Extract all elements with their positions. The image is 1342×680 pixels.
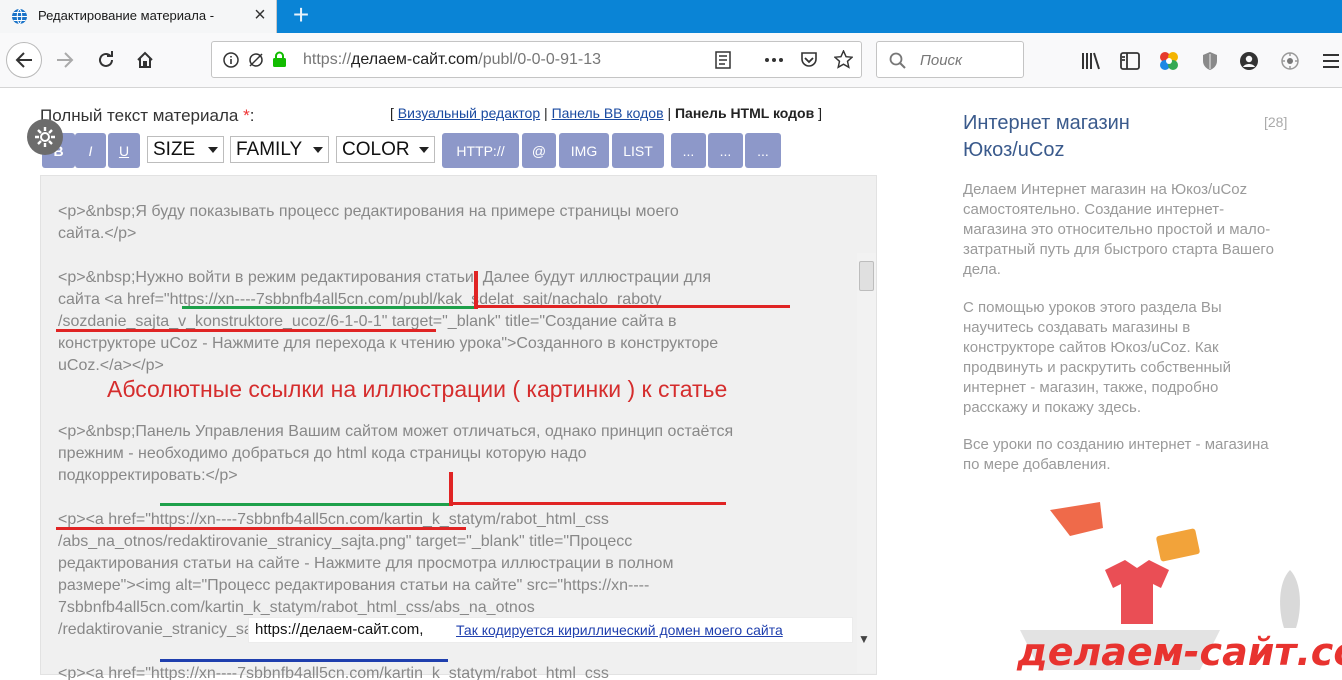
absolute-links-annotation: Абсолютные ссылки на иллюстрации ( карти… xyxy=(107,376,728,402)
underline-button[interactable]: U xyxy=(108,133,140,168)
bb-codes-link[interactable]: Панель BB кодов xyxy=(552,105,664,121)
info-icon[interactable] xyxy=(223,52,239,68)
scroll-down-arrow-icon[interactable]: ▼ xyxy=(858,632,870,646)
more-button-3[interactable]: ... xyxy=(745,133,781,168)
red-marker-1 xyxy=(474,271,478,309)
search-bar[interactable]: Поиск xyxy=(876,41,1024,78)
editor-content: <p>&nbsp;Я буду показывать процесс редак… xyxy=(58,201,838,680)
reload-icon xyxy=(99,51,113,67)
account-icon[interactable] xyxy=(1238,50,1260,72)
shirt-shape xyxy=(1105,560,1169,624)
pocket-icon[interactable] xyxy=(800,51,818,68)
email-button[interactable]: @ xyxy=(522,133,556,168)
home-icon xyxy=(137,51,153,68)
html-codes-mode[interactable]: Панель HTML кодов xyxy=(675,105,814,121)
reload-button[interactable] xyxy=(88,42,124,78)
sidebar-category-count: [28] xyxy=(1264,114,1288,130)
domain-tooltip: https://делаем-сайт.com, Так кодируется … xyxy=(248,617,853,643)
code-paragraph-3: <p>&nbsp;Панель Управления Вашим сайтом … xyxy=(58,423,734,484)
red-underline-2 xyxy=(56,329,436,332)
code-paragraph-2: <p>&nbsp;Нужно войти в режим редактирова… xyxy=(58,269,719,374)
more-button-2[interactable]: ... xyxy=(708,133,743,168)
sidebar-icon[interactable] xyxy=(1119,50,1141,72)
shield-icon[interactable] xyxy=(1199,50,1221,72)
size-select[interactable]: SIZE xyxy=(147,136,224,163)
editor-scrollbar[interactable] xyxy=(857,253,876,673)
browser-tab[interactable]: Редактирование материала - × xyxy=(0,0,277,33)
url-bar[interactable]: https://делаем-сайт.com/publ/0-0-0-91-13 xyxy=(211,41,862,78)
tracking-protection-icon[interactable] xyxy=(248,52,264,68)
editor-mode-switch: [ Визуальный редактор | Панель BB кодов … xyxy=(390,105,822,121)
search-placeholder: Поиск xyxy=(920,52,963,69)
chevron-down-icon xyxy=(208,147,218,153)
sidebar-paragraph-3: Все уроки по созданию интернет - магазин… xyxy=(963,436,1269,473)
arrow-right-icon xyxy=(57,52,74,68)
family-select[interactable]: FAMILY xyxy=(230,136,329,163)
sidebar-category-title[interactable]: Интернет магазин Юкоз/uCoz xyxy=(963,110,1213,164)
editor-scroll-thumb[interactable] xyxy=(859,261,874,291)
back-button[interactable] xyxy=(6,42,42,78)
forward-button[interactable] xyxy=(47,42,83,78)
sidebar-paragraph-1: Делаем Интернет магазин на Юкоз/uCoz сам… xyxy=(963,181,1274,278)
library-icon[interactable] xyxy=(1080,50,1102,72)
list-button[interactable]: LIST xyxy=(612,133,664,168)
red-underline-1 xyxy=(476,305,790,308)
tooltip-domain: https://делаем-сайт.com, xyxy=(255,621,424,638)
code-paragraph-5: <p><a href="https://xn----7sbbnfb4all5cn… xyxy=(58,665,609,680)
tag-shape xyxy=(1050,502,1103,536)
italic-button[interactable]: I xyxy=(75,133,106,168)
wallet-shape xyxy=(1156,528,1200,562)
code-paragraph-1: <p>&nbsp;Я буду показывать процесс редак… xyxy=(58,203,679,242)
fulltext-label: Полный текст материала *: xyxy=(40,106,255,125)
chevron-down-icon xyxy=(313,147,323,153)
globe-icon xyxy=(12,8,27,25)
search-icon xyxy=(889,52,906,69)
green-underline-2 xyxy=(160,503,452,506)
img-button[interactable]: IMG xyxy=(559,133,609,168)
menu-icon[interactable] xyxy=(1320,50,1342,72)
reader-view-icon[interactable] xyxy=(715,51,731,69)
chevron-down-icon xyxy=(419,147,429,153)
arrow-left-icon xyxy=(15,52,32,68)
blue-underline xyxy=(160,659,448,662)
colorful-extension-icon[interactable] xyxy=(1158,50,1180,72)
html-editor-textarea[interactable]: <p>&nbsp;Я буду показывать процесс редак… xyxy=(40,175,877,680)
extension-icon[interactable] xyxy=(1279,50,1301,72)
settings-gear-icon[interactable] xyxy=(27,119,63,155)
close-tab-icon[interactable]: × xyxy=(250,5,270,25)
url-text: https://делаем-сайт.com/publ/0-0-0-91-13 xyxy=(303,51,602,68)
lock-icon[interactable] xyxy=(272,51,287,68)
more-button-1[interactable]: ... xyxy=(671,133,706,168)
color-select[interactable]: COLOR xyxy=(336,136,435,163)
tooltip-note: Так кодируется кириллический домен моего… xyxy=(456,622,783,638)
home-button[interactable] xyxy=(127,42,163,78)
navigation-toolbar: https://делаем-сайт.com/publ/0-0-0-91-13… xyxy=(0,33,1342,88)
page-actions-icon[interactable] xyxy=(764,57,784,63)
new-tab-icon[interactable]: + xyxy=(286,1,316,30)
red-underline-4 xyxy=(56,527,466,530)
tab-strip: Редактирование материала - × + xyxy=(0,0,1342,33)
http-button[interactable]: HTTP:// xyxy=(442,133,519,168)
sidebar-paragraph-2: С помощью уроков этого раздела Вы научит… xyxy=(963,299,1231,416)
visual-editor-link[interactable]: Визуальный редактор xyxy=(398,105,540,121)
site-watermark: делаем-сайт.com xyxy=(1017,630,1342,674)
tab-title: Редактирование материала - xyxy=(38,8,215,23)
rocket-shape xyxy=(1280,570,1300,628)
red-underline-3 xyxy=(452,502,726,505)
green-underline-1 xyxy=(182,306,476,309)
red-marker-2 xyxy=(449,472,453,506)
bookmark-star-icon[interactable] xyxy=(834,50,853,69)
